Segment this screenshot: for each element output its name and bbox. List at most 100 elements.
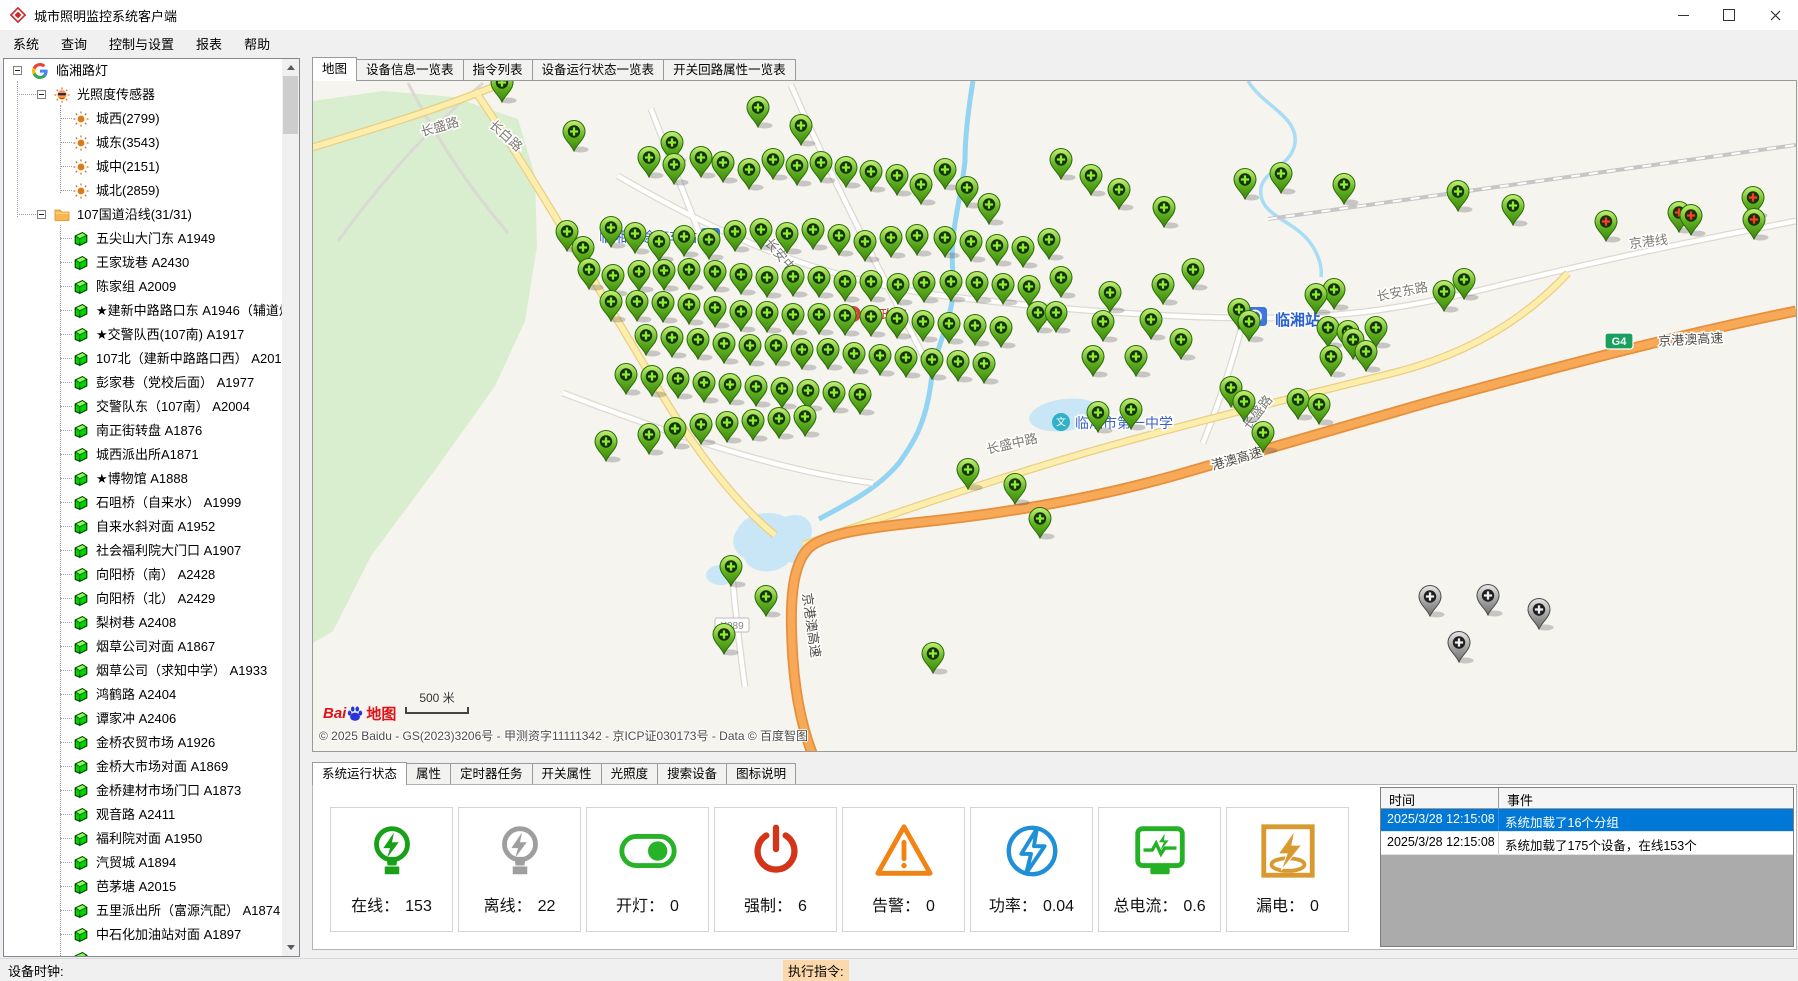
tree-connector: [60, 406, 72, 407]
bottom-tab-bar: 系统运行状态属性定时器任务开关属性光照度搜索设备图标说明: [312, 762, 795, 784]
tree-item-25[interactable]: 烟草公司（求知中学） A1933: [4, 659, 282, 683]
menu-item-3[interactable]: 控制与设置: [98, 30, 185, 57]
maximize-button[interactable]: [1706, 0, 1752, 30]
tree-item-15[interactable]: 南正街转盘 A1876: [4, 419, 282, 443]
bottom-tab-3[interactable]: 开关属性: [532, 763, 602, 784]
tree-item-18[interactable]: 石咀桥（自来水） A1999: [4, 491, 282, 515]
app-logo-icon: [10, 7, 26, 23]
tree-item-16[interactable]: 城西派出所A1871: [4, 443, 282, 467]
bottom-tab-6[interactable]: 图标说明: [726, 763, 796, 784]
sun-icon: [73, 111, 89, 127]
bottom-tab-0[interactable]: 系统运行状态: [312, 762, 407, 785]
tree-connector: [60, 670, 72, 671]
bottom-tab-2[interactable]: 定时器任务: [450, 763, 533, 784]
tree-connector: [60, 646, 72, 647]
status-card-row: 在线：153离线：22开灯：0强制：6告警：0功率：0.04总电流：0.6漏电：…: [330, 807, 1349, 932]
tree-item-19[interactable]: 自来水斜对面 A1952: [4, 515, 282, 539]
map-tab-4[interactable]: 开关回路属性一览表: [663, 59, 796, 80]
tree-item-20[interactable]: 社会福利院大门口 A1907: [4, 539, 282, 563]
tree-item-35[interactable]: 五里派出所（富源汽配） A1874: [4, 899, 282, 923]
map-tab-0[interactable]: 地图: [312, 57, 357, 81]
tree-item-17[interactable]: ★博物馆 A1888: [4, 467, 282, 491]
tree-item-label: 中石化加油站对面 A1897: [96, 923, 241, 947]
tree-item-14[interactable]: 交警队东（107南） A2004: [4, 395, 282, 419]
menu-item-2[interactable]: 查询: [50, 30, 98, 57]
tree-item-34[interactable]: 芭茅塘 A2015: [4, 875, 282, 899]
tree-item-29[interactable]: 金桥大市场对面 A1869: [4, 755, 282, 779]
tree-expander-icon[interactable]: [13, 66, 22, 75]
scroll-down-button[interactable]: [282, 939, 299, 956]
menu-item-5[interactable]: 帮助: [233, 30, 281, 57]
device-tree[interactable]: 临湘路灯光照度传感器城西(2799)城东(3543)城中(2151)城北(285…: [4, 59, 282, 956]
tree-item-32[interactable]: 福利院对面 A1950: [4, 827, 282, 851]
device-clock-label: 设备时钟:: [8, 961, 64, 980]
tree-item-6[interactable]: 107国道沿线(31/31): [4, 203, 282, 227]
event-col-event[interactable]: 事件: [1499, 788, 1533, 808]
bottom-tab-5[interactable]: 搜索设备: [657, 763, 727, 784]
map-canvas[interactable]: G4X089 长盛路长白路长安中路长安东路长盛中路长盛路港澳高速京港澳高速京港澳…: [313, 81, 1796, 751]
tree-item-11[interactable]: ★交警队西(107南) A1917: [4, 323, 282, 347]
scroll-up-button[interactable]: [282, 59, 299, 76]
map-tab-2[interactable]: 指令列表: [463, 59, 533, 80]
status-card-value: 0: [670, 898, 679, 915]
tree-item-0[interactable]: 临湘路灯: [4, 59, 282, 83]
app-title: 城市照明监控系统客户端: [34, 6, 177, 25]
tree-item-label: 烟草公司对面 A1867: [96, 635, 215, 659]
tree-expander-icon[interactable]: [37, 90, 46, 99]
status-card-label: 功率：: [989, 898, 1037, 915]
menu-item-1[interactable]: 系统: [2, 30, 50, 57]
tree-item-4[interactable]: 城中(2151): [4, 155, 282, 179]
event-text: 系统加载了16个分组: [1499, 809, 1619, 831]
expressway-shield: G4: [1605, 333, 1633, 349]
status-card-2: 开灯：0: [586, 807, 709, 932]
tree-item-22[interactable]: 向阳桥（北） A2429: [4, 587, 282, 611]
close-button[interactable]: [1752, 0, 1798, 30]
tree-item-31[interactable]: 观音路 A2411: [4, 803, 282, 827]
tree-item-33[interactable]: 汽贸城 A1894: [4, 851, 282, 875]
tree-expander-icon[interactable]: [37, 210, 46, 219]
bottom-tab-4[interactable]: 光照度: [601, 763, 659, 784]
tree-item-12[interactable]: 107北（建新中路路口西） A2014: [4, 347, 282, 371]
tree-item-10[interactable]: ★建新中路路口东 A1946（辅道灯）: [4, 299, 282, 323]
event-col-time[interactable]: 时间: [1381, 788, 1499, 808]
bottom-tab-1[interactable]: 属性: [406, 763, 451, 784]
tree-item-3[interactable]: 城东(3543): [4, 131, 282, 155]
event-row-1[interactable]: 2025/3/28 12:15:08系统加载了175个设备，在线153个: [1381, 832, 1793, 855]
toggle-icon: [617, 820, 679, 882]
monitor-icon: [1129, 820, 1191, 882]
tree-item-8[interactable]: 王家珑巷 A2430: [4, 251, 282, 275]
tree-scrollbar[interactable]: [282, 59, 299, 956]
menu-item-4[interactable]: 报表: [185, 30, 233, 57]
tree-item-30[interactable]: 金桥建材市场门口 A1873: [4, 779, 282, 803]
tree-item-24[interactable]: 烟草公司对面 A1867: [4, 635, 282, 659]
tree-item-7[interactable]: 五尖山大门东 A1949: [4, 227, 282, 251]
tree-item-9[interactable]: 陈家组 A2009: [4, 275, 282, 299]
tree-item-label: 金桥大市场对面 A1869: [96, 755, 228, 779]
status-card-4: 告警：0: [842, 807, 965, 932]
minimize-button[interactable]: [1660, 0, 1706, 30]
tree-item-27[interactable]: 谭家冲 A2406: [4, 707, 282, 731]
event-row-0[interactable]: 2025/3/28 12:15:08系统加载了16个分组: [1381, 809, 1793, 832]
tree-item-21[interactable]: 向阳桥（南） A2428: [4, 563, 282, 587]
map-tab-3[interactable]: 设备运行状态一览表: [532, 59, 665, 80]
tree-item-2[interactable]: 城西(2799): [4, 107, 282, 131]
tree-item-1[interactable]: 光照度传感器: [4, 83, 282, 107]
tree-connector: [60, 742, 72, 743]
status-card-value: 0: [926, 898, 935, 915]
event-log-header[interactable]: 时间事件: [1381, 788, 1793, 809]
tree-item-36[interactable]: 中石化加油站对面 A1897: [4, 923, 282, 947]
tree-item-label: 城中(2151): [96, 155, 160, 179]
status-bar: 设备时钟: 执行指令:: [0, 958, 1798, 978]
map-tab-1[interactable]: 设备信息一览表: [356, 59, 464, 80]
tree-item-label: 南正街转盘 A1876: [96, 419, 202, 443]
tree-item-28[interactable]: 金桥农贸市场 A1926: [4, 731, 282, 755]
scroll-thumb[interactable]: [283, 76, 298, 134]
tree-item-13[interactable]: 彭家巷（党校后面） A1977: [4, 371, 282, 395]
event-time: 2025/3/28 12:15:08: [1381, 832, 1499, 854]
lamp-icon: [73, 543, 89, 559]
tree-connector: [60, 286, 72, 287]
tree-item-23[interactable]: 梨树巷 A2408: [4, 611, 282, 635]
tree-item-5[interactable]: 城北(2859): [4, 179, 282, 203]
tree-item-37[interactable]: [4, 947, 282, 956]
tree-item-26[interactable]: 鸿鹤路 A2404: [4, 683, 282, 707]
